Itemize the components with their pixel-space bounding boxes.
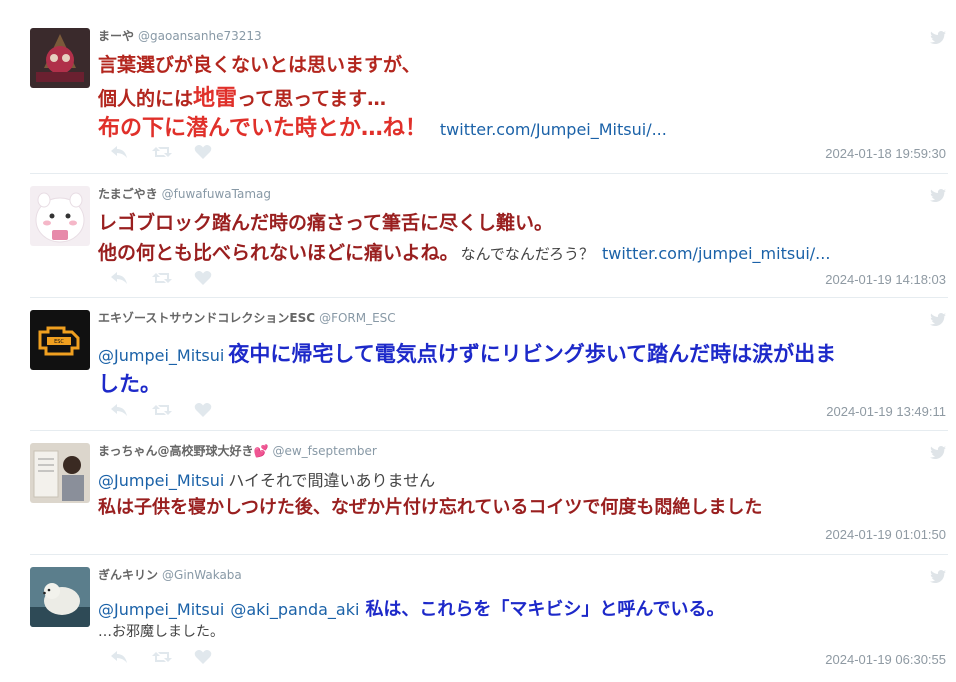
retweet-icon[interactable] xyxy=(152,270,172,286)
like-icon[interactable] xyxy=(194,144,214,160)
retweet-icon[interactable] xyxy=(152,649,172,665)
twitter-bird-icon[interactable] xyxy=(930,30,946,49)
twitter-bird-icon[interactable] xyxy=(930,569,946,588)
tweet-text-line: した。 xyxy=(98,372,161,396)
tweet-text-highlight: 夜中に帰宅して電気点けずにリビング歩いて踏んだ時は涙が出ま xyxy=(228,342,837,366)
user-handle[interactable]: @ew_fseptember xyxy=(272,444,376,458)
tweet-2: たまごやき @fuwafuwaTamag レゴブロック踏んだ時の痛さって筆舌に尽く… xyxy=(30,186,948,292)
timestamp[interactable]: 2024-01-19 14:18:03 xyxy=(825,272,946,287)
mention-link[interactable]: @Jumpei_Mitsui xyxy=(98,471,224,490)
avatar[interactable] xyxy=(30,443,90,503)
tweet-text-highlight: 布の下に潜んでいた時とか…ね！ xyxy=(98,116,427,141)
username[interactable]: まーや xyxy=(98,29,134,43)
tweet-text: って思ってます… xyxy=(237,88,387,110)
tweet-text-highlight: 地雷 xyxy=(193,86,238,111)
tweet-link[interactable]: twitter.com/jumpei_mitsui/... xyxy=(602,244,830,263)
tweet-actions xyxy=(110,144,214,160)
tweet-actions xyxy=(110,270,214,286)
tweet-text-line: …お邪魔しました。 xyxy=(98,624,224,640)
tweet-text-line: 個人的には地雷って思ってます… xyxy=(98,80,386,112)
user-handle[interactable]: @GinWakaba xyxy=(162,568,242,582)
tweet-text-line: @Jumpei_Mitsui @aki_panda_aki 私は、これらを「マキビシ… xyxy=(98,595,725,621)
twitter-bird-icon[interactable] xyxy=(930,312,946,331)
retweet-icon[interactable] xyxy=(152,402,172,418)
avatar[interactable]: ESC xyxy=(30,310,90,370)
mention-link[interactable]: @Jumpei_Mitsui xyxy=(98,346,224,365)
username[interactable]: たまごやき xyxy=(98,187,158,201)
like-icon[interactable] xyxy=(194,270,214,286)
reply-icon[interactable] xyxy=(110,402,130,418)
avatar[interactable] xyxy=(30,567,90,627)
tweet-text-line: 他の何とも比べられないほどに痛いよね。 なんでなんだろう？ twitter.com/… xyxy=(98,238,830,265)
twitter-bird-icon[interactable] xyxy=(930,445,946,464)
tweet-3: ESC エキゾーストサウンドコレクションESC @FORM_ESC @Jumpei… xyxy=(30,310,948,422)
avatar[interactable] xyxy=(30,28,90,88)
tweet-5: ぎんキリン @GinWakaba @Jumpei_Mitsui @aki_panda… xyxy=(30,567,948,677)
tweet-text-line: @Jumpei_Mitsui 夜中に帰宅して電気点けずにリビング歩いて踏んだ時は涙… xyxy=(98,338,836,368)
user-handle[interactable]: @FORM_ESC xyxy=(319,311,396,325)
tweet-text-line: 布の下に潜んでいた時とか…ね！ twitter.com/Jumpei_Mitsu… xyxy=(98,110,667,142)
timestamp[interactable]: 2024-01-19 06:30:55 xyxy=(825,652,946,667)
twitter-bird-icon[interactable] xyxy=(930,188,946,207)
divider xyxy=(30,173,948,174)
mention-link[interactable]: @Jumpei_Mitsui xyxy=(98,600,224,619)
avatar[interactable] xyxy=(30,186,90,246)
tweet-4: まっちゃん@高校野球大好き💕 @ew_fseptember @Jumpei_Mit… xyxy=(30,443,948,547)
tweet-link[interactable]: twitter.com/Jumpei_Mitsui/... xyxy=(440,120,667,139)
like-icon[interactable] xyxy=(194,402,214,418)
tweet-actions xyxy=(110,402,214,418)
tweet-text-line: @Jumpei_Mitsui ハイそれで間違いありません xyxy=(98,467,435,491)
tweet-1: まーや @gaoansanhe73213 言葉選びが良くないとは思いますが、 個人… xyxy=(30,28,948,168)
svg-text:ESC: ESC xyxy=(54,339,64,345)
divider xyxy=(30,297,948,298)
tweet-text-line: レゴブロック踏んだ時の痛さって筆舌に尽くし難い。 xyxy=(98,212,554,234)
tweet-header: ぎんキリン @GinWakaba xyxy=(98,567,948,583)
reply-icon[interactable] xyxy=(110,270,130,286)
user-handle[interactable]: @fuwafuwaTamag xyxy=(162,187,271,201)
tweet-text-line: 私は子供を寝かしつけた後、なぜか片付け忘れているコイツで何度も悶絶しました xyxy=(98,497,763,518)
timestamp[interactable]: 2024-01-18 19:59:30 xyxy=(825,146,946,161)
tweet-text: ハイそれで間違いありません xyxy=(228,471,436,490)
user-handle[interactable]: @gaoansanhe73213 xyxy=(138,29,262,43)
timestamp[interactable]: 2024-01-19 13:49:11 xyxy=(826,404,946,419)
tweet-actions xyxy=(110,649,214,665)
username[interactable]: エキゾーストサウンドコレクションESC xyxy=(98,311,315,325)
timestamp[interactable]: 2024-01-19 01:01:50 xyxy=(825,527,946,542)
tweet-header: たまごやき @fuwafuwaTamag xyxy=(98,186,948,202)
retweet-icon[interactable] xyxy=(152,144,172,160)
tweet-header: まっちゃん@高校野球大好き💕 @ew_fseptember xyxy=(98,443,948,459)
username[interactable]: ぎんキリン xyxy=(98,568,158,582)
divider xyxy=(30,430,948,431)
mention-link[interactable]: @aki_panda_aki xyxy=(230,600,359,619)
tweet-text-highlight: 他の何とも比べられないほどに痛いよね。 xyxy=(98,242,459,264)
like-icon[interactable] xyxy=(194,649,214,665)
tweet-text-line: 言葉選びが良くないとは思いますが、 xyxy=(98,54,421,76)
tweet-header: まーや @gaoansanhe73213 xyxy=(98,28,948,44)
reply-icon[interactable] xyxy=(110,649,130,665)
reply-icon[interactable] xyxy=(110,144,130,160)
username[interactable]: まっちゃん@高校野球大好き💕 xyxy=(98,444,268,458)
tweet-text-highlight: 私は、これらを「マキビシ」と呼んでいる。 xyxy=(365,599,725,620)
divider xyxy=(30,554,948,555)
tweet-text: 個人的には xyxy=(98,88,194,110)
tweet-text: なんでなんだろう？ xyxy=(460,245,594,263)
tweet-header: エキゾーストサウンドコレクションESC @FORM_ESC xyxy=(98,310,948,326)
